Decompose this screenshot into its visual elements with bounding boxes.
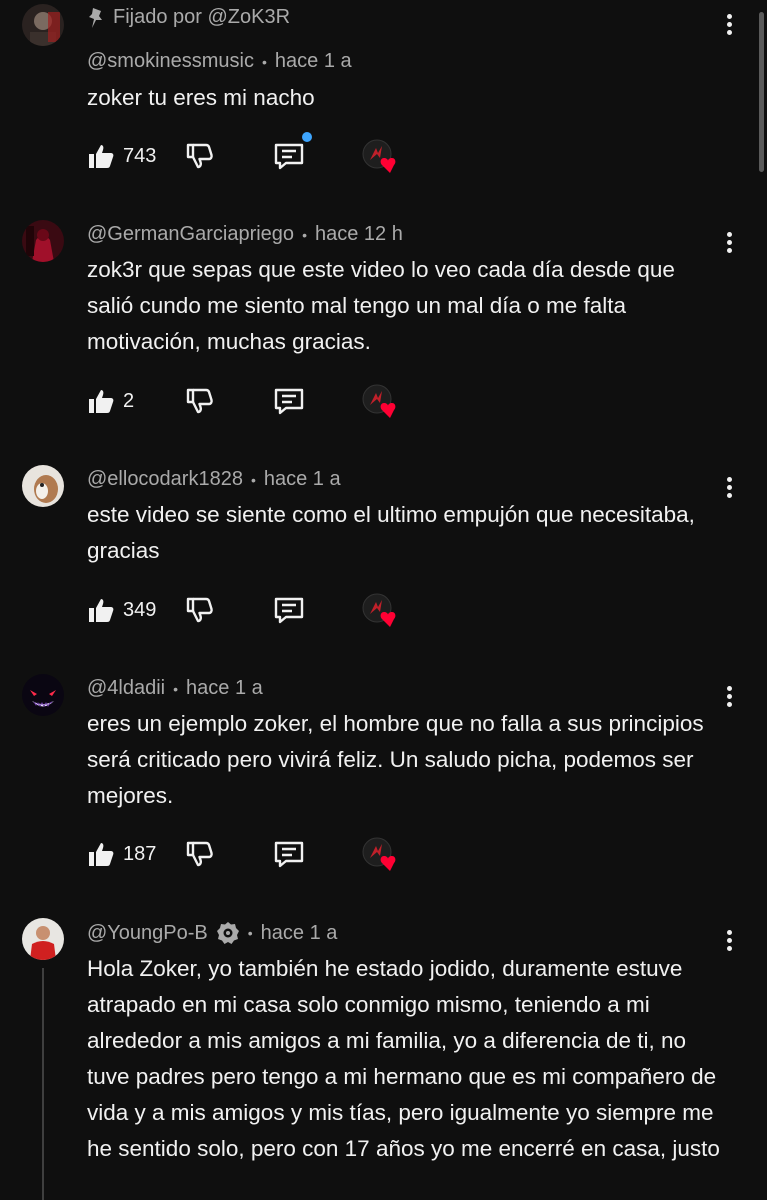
comment-time: hace 1 a (186, 677, 263, 699)
avatar[interactable] (22, 4, 64, 46)
separator-dot: • (302, 226, 307, 243)
comment-author[interactable]: @GermanGarciapriego (87, 223, 294, 246)
comment-text: zoker tu eres mi nacho (87, 85, 315, 110)
reply-comment-icon (274, 388, 304, 415)
comment-author[interactable]: @YoungPo-B (87, 922, 208, 945)
creator-heart (361, 592, 401, 628)
dislike-button[interactable] (185, 386, 215, 416)
comment-actions: 743 (87, 132, 396, 176)
dislike-button[interactable] (185, 141, 215, 171)
comment-text: Hola Zoker, yo también he estado jodido,… (87, 956, 720, 1161)
separator-dot: • (262, 53, 267, 70)
avatar[interactable] (22, 220, 64, 262)
comment-author[interactable]: @smokinessmusic (87, 50, 254, 73)
creator-heart-icon (362, 837, 396, 871)
more-options-button[interactable] (719, 927, 739, 957)
reply-comment-icon (274, 143, 304, 170)
dislike-button[interactable] (185, 839, 215, 869)
avatar[interactable] (22, 918, 64, 960)
thumbs-down-icon (186, 143, 213, 169)
comment-meta: @4ldadii • hace 1 a (87, 677, 263, 700)
comment-actions: 187 (87, 834, 396, 874)
verified-badge-icon (216, 922, 239, 944)
reply-button[interactable] (273, 140, 305, 172)
thumbs-down-icon (186, 597, 213, 623)
thumbs-up-icon (89, 145, 114, 168)
like-button[interactable]: 349 (87, 596, 156, 624)
more-options-button[interactable] (719, 474, 739, 504)
separator-dot: • (173, 680, 179, 697)
creator-heart-icon (362, 384, 396, 418)
thumbs-up-icon (89, 599, 114, 622)
comment-author[interactable]: @4ldadii (87, 677, 165, 700)
comment-time: hace 1 a (274, 50, 352, 72)
pinned-text: Fijado por @ZoK3R (113, 6, 291, 28)
more-options-button[interactable] (719, 683, 739, 713)
separator-dot: • (250, 471, 256, 488)
thumbs-down-icon (186, 841, 213, 867)
like-button[interactable]: 743 (87, 142, 156, 170)
pinned-label: Fijado por @ZoK3R (87, 6, 290, 29)
reply-thread-line (42, 968, 44, 1200)
creator-heart-icon (362, 593, 396, 627)
reply-comment-icon (274, 597, 304, 624)
comment-text: zok3r que sepas que este video lo veo ca… (87, 257, 675, 354)
avatar[interactable] (22, 674, 64, 716)
comment-text: este video se siente como el ultimo empu… (87, 502, 695, 563)
comment-meta: @YoungPo-B • hace 1 a (87, 921, 337, 945)
comment-actions: 349 (87, 590, 396, 630)
thumbs-down-icon (186, 388, 213, 414)
comment-text: eres un ejemplo zoker, el hombre que no … (87, 711, 704, 808)
reply-button[interactable] (273, 838, 305, 870)
creator-heart-icon (362, 139, 396, 173)
comment-actions: 2 (87, 381, 396, 421)
comment-meta: @smokinessmusic • hace 1 a (87, 50, 352, 73)
like-count: 349 (123, 598, 157, 621)
like-count: 187 (123, 842, 157, 865)
more-options-button[interactable] (719, 229, 739, 259)
comment-time: hace 12 h (314, 223, 403, 245)
reply-comment-icon (274, 841, 304, 868)
thumbs-up-icon (89, 843, 114, 866)
more-options-button[interactable] (719, 11, 739, 41)
thumbs-up-icon (89, 390, 114, 413)
dislike-button[interactable] (185, 595, 215, 625)
creator-heart (361, 383, 401, 419)
creator-heart (361, 138, 401, 174)
reply-button[interactable] (273, 385, 305, 417)
pin-icon (89, 7, 102, 28)
like-count: 2 (123, 389, 135, 412)
like-button[interactable]: 187 (87, 840, 156, 868)
comment-time: hace 1 a (263, 468, 341, 490)
like-button[interactable]: 2 (87, 387, 134, 415)
creator-heart (361, 836, 401, 872)
reply-button[interactable] (273, 594, 305, 626)
comment-author[interactable]: @ellocodark1828 (87, 468, 243, 491)
avatar[interactable] (22, 465, 64, 507)
scrollbar[interactable] (759, 12, 764, 172)
new-reply-dot (302, 132, 312, 142)
separator-dot: • (247, 925, 253, 941)
comment-meta: @GermanGarciapriego • hace 12 h (87, 223, 403, 246)
like-count: 743 (123, 144, 157, 167)
comment-meta: @ellocodark1828 • hace 1 a (87, 468, 341, 491)
comment-time: hace 1 a (260, 921, 338, 944)
